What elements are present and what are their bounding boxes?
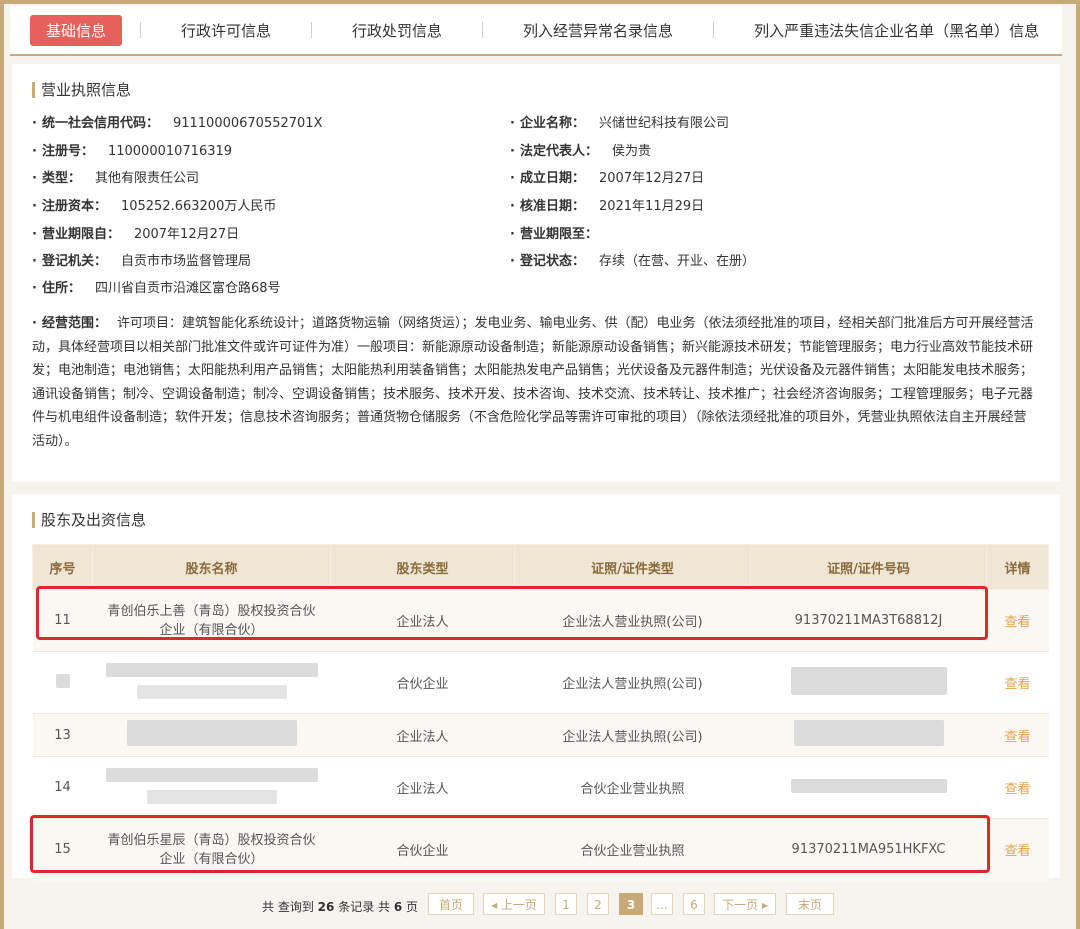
row-cert-type: 企业法人营业执照(公司) [514, 713, 751, 757]
row-type: 合伙企业 [330, 651, 515, 714]
tab-admin-penalty[interactable]: 行政处罚信息 [348, 20, 446, 41]
pagination: 共 查询到 26 条记录 共 6 页 首页 ◂ 上一页 1 2 3 ... 6 … [0, 890, 1080, 920]
row-cert-no-redacted [750, 713, 987, 757]
page-6-button[interactable]: 6 [683, 893, 705, 915]
tab-divider [140, 22, 142, 38]
row-detail-link[interactable]: 查看 [986, 589, 1049, 652]
page-1-button[interactable]: 1 [555, 893, 577, 915]
field-address: · 住所： 四川省自贡市沿滩区富仓路68号 [32, 281, 281, 296]
highlight-box-row-15 [30, 815, 990, 873]
page-last-button[interactable]: 末页 [786, 893, 834, 915]
page-ellipsis: ... [651, 893, 673, 915]
col-header-cert-type: 证照/证件类型 [514, 544, 751, 590]
pagination-summary: 共 查询到 26 条记录 共 6 页 [262, 900, 419, 914]
tab-divider [713, 22, 715, 38]
row-no: 13 [32, 713, 93, 757]
row-cert-type: 合伙企业营业执照 [514, 756, 751, 819]
tab-basic-info[interactable]: 基础信息 [30, 14, 123, 46]
row-name-redacted [92, 756, 331, 819]
row-cert-no-redacted [750, 756, 987, 819]
page-prev-button[interactable]: ◂ 上一页 [483, 893, 545, 915]
row-name-redacted [92, 651, 331, 714]
row-no: 14 [32, 756, 93, 819]
license-section-title: 营业执照信息 [32, 82, 131, 98]
tab-blacklist[interactable]: 列入严重违法失信企业名单（黑名单）信息 [750, 20, 1043, 41]
page-2-button[interactable]: 2 [587, 893, 609, 915]
table-row: 13 企业法人 企业法人营业执照(公司) 查看 [32, 713, 1049, 757]
highlight-box-row-11 [36, 586, 988, 640]
page-first-button[interactable]: 首页 [428, 893, 474, 915]
field-status: · 登记状态： 存续（在营、开业、在册） [510, 254, 755, 269]
field-term-from: · 营业期限自： 2007年12月27日 [32, 227, 240, 242]
top-tabs: 基础信息 行政许可信息 行政处罚信息 列入经营异常名录信息 列入严重违法失信企业… [10, 6, 1062, 56]
row-detail-link[interactable]: 查看 [986, 713, 1049, 757]
license-panel: 营业执照信息 · 统一社会信用代码： 91110000670552701X · 企业名… [12, 64, 1060, 482]
table-row: 14 企业法人 合伙企业营业执照 查看 [32, 756, 1049, 819]
tab-divider [311, 22, 313, 38]
field-legal-rep: · 法定代表人： 侯为贵 [510, 144, 651, 159]
page-3-button[interactable]: 3 [619, 893, 643, 915]
field-type: · 类型： 其他有限责任公司 [32, 171, 199, 186]
field-approved: · 核准日期： 2021年11月29日 [510, 199, 705, 214]
col-header-cert-no: 证照/证件号码 [750, 544, 987, 590]
field-credit-code: · 统一社会信用代码： 91110000670552701X [32, 116, 323, 131]
field-capital: · 注册资本： 105252.663200万人民币 [32, 199, 277, 214]
shareholders-section-title: 股东及出资信息 [32, 512, 146, 528]
field-authority: · 登记机关： 自贡市市场监督管理局 [32, 254, 251, 269]
row-detail-link[interactable]: 查看 [986, 818, 1049, 881]
col-header-name: 股东名称 [92, 544, 331, 590]
row-detail-link[interactable]: 查看 [986, 651, 1049, 714]
table-row: 合伙企业 企业法人营业执照(公司) 查看 [32, 651, 1049, 714]
row-type: 企业法人 [330, 713, 515, 757]
tab-abnormal-list[interactable]: 列入经营异常名录信息 [519, 20, 677, 41]
row-no-redacted [32, 651, 93, 714]
field-company-name: · 企业名称： 兴储世纪科技有限公司 [510, 116, 729, 131]
row-detail-link[interactable]: 查看 [986, 756, 1049, 819]
row-cert-type: 企业法人营业执照(公司) [514, 651, 751, 714]
row-cert-no-redacted [750, 651, 987, 714]
row-name-redacted [92, 713, 331, 757]
field-reg-no: · 注册号： 110000010716319 [32, 144, 233, 159]
page-next-button[interactable]: 下一页 ▸ [714, 893, 776, 915]
field-established: · 成立日期： 2007年12月27日 [510, 171, 705, 186]
business-scope: · 经营范围： 许可项目：建筑智能化系统设计；道路货物运输（网络货运）；发电业务、输… [32, 316, 1034, 449]
field-term-to: · 营业期限至： [510, 227, 598, 242]
col-header-type: 股东类型 [330, 544, 515, 590]
col-header-no: 序号 [32, 544, 93, 590]
business-scope-text: 许可项目：建筑智能化系统设计；道路货物运输（网络货运）；发电业务、输电业务、供（… [32, 316, 1034, 449]
tab-admin-license[interactable]: 行政许可信息 [177, 20, 275, 41]
tab-divider [482, 22, 484, 38]
table-header-row: 序号 股东名称 股东类型 证照/证件类型 证照/证件号码 详情 [32, 544, 1049, 590]
row-type: 企业法人 [330, 756, 515, 819]
col-header-detail: 详情 [986, 544, 1049, 590]
